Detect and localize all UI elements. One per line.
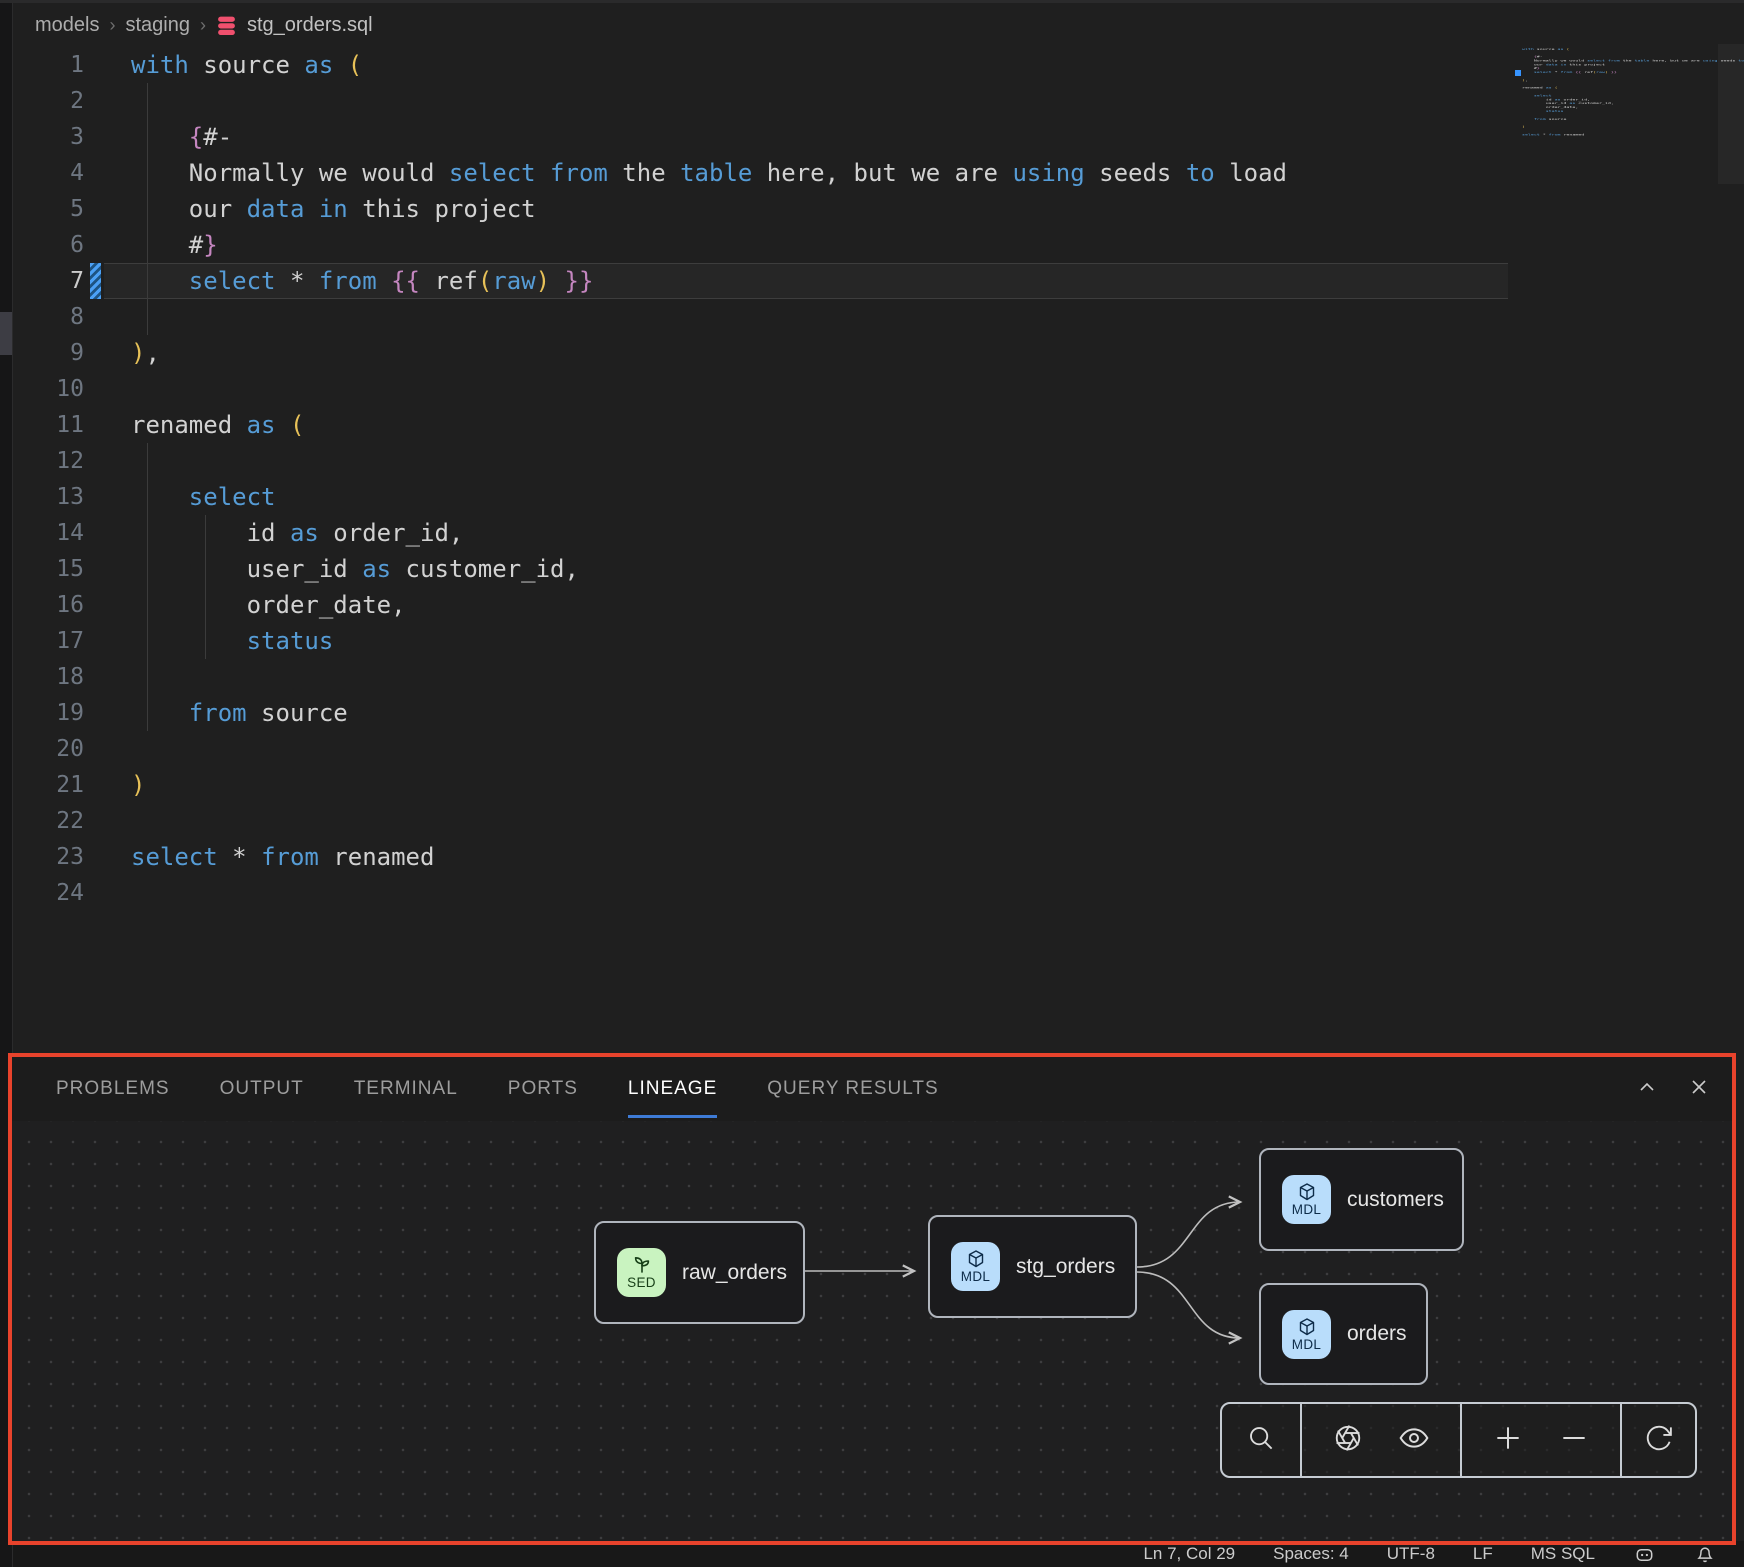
lineage-node-stg_orders[interactable]: MDL stg_orders [928,1215,1137,1318]
language-mode[interactable]: MS SQL [1531,1544,1595,1564]
node-label: stg_orders [1016,1255,1115,1279]
bell-icon[interactable] [1694,1543,1716,1565]
indent-guide [147,83,148,335]
refresh-icon [1644,1423,1674,1458]
eol-sequence[interactable]: LF [1473,1544,1493,1564]
cube-icon [966,1249,986,1269]
code-editor[interactable]: models › staging › stg_orders.sql 123456… [0,0,1744,1053]
panel-tab-bar: PROBLEMS OUTPUT TERMINAL PORTS LINEAGE QUERY … [56,1057,939,1121]
tab-output[interactable]: OUTPUT [220,1057,304,1121]
seedling-icon [632,1255,652,1275]
node-label: customers [1347,1188,1444,1212]
code-line-23[interactable]: select * from renamed [131,839,1287,875]
code-line-3[interactable]: {#- [131,119,1287,155]
tab-terminal[interactable]: TERMINAL [354,1057,458,1121]
minimap-modified-marker [1515,70,1521,76]
code-line-22[interactable] [131,803,1287,839]
plus-icon [1492,1422,1524,1459]
panel-header: PROBLEMS OUTPUT TERMINAL PORTS LINEAGE QUERY … [12,1057,1732,1121]
lineage-node-customers[interactable]: MDL customers [1259,1148,1464,1251]
tab-problems[interactable]: PROBLEMS [56,1057,170,1121]
database-icon [216,15,237,36]
chevron-right-icon: › [200,15,206,36]
indent-guide [147,443,148,731]
chevron-right-icon: › [109,15,115,36]
maximize-panel-button[interactable] [1634,1076,1660,1102]
code-line-16[interactable]: order_date, [131,587,1287,623]
refresh-button[interactable] [1639,1420,1679,1460]
panel-actions [1634,1057,1712,1121]
breadcrumb-item-models[interactable]: models [35,14,99,37]
bottom-panel-highlighted: PROBLEMS OUTPUT TERMINAL PORTS LINEAGE QUERY … [8,1053,1736,1545]
code-content[interactable]: with source as ( {#- Normally we would s… [131,47,1287,911]
cube-icon [1297,1317,1317,1337]
encoding[interactable]: UTF-8 [1387,1544,1435,1564]
code-line-2[interactable] [131,83,1287,119]
code-line-6[interactable]: #} [131,227,1287,263]
eye-icon [1398,1422,1430,1459]
minimap-slider[interactable] [1718,44,1744,184]
code-line-24[interactable] [131,875,1287,911]
robot-icon[interactable] [1633,1543,1656,1566]
code-line-12[interactable] [131,443,1287,479]
cursor-position[interactable]: Ln 7, Col 29 [1143,1544,1235,1564]
code-line-8[interactable] [131,299,1287,335]
tab-lineage[interactable]: LINEAGE [628,1057,717,1121]
modified-line-indicator [90,263,101,299]
zoom-out-button[interactable] [1554,1420,1594,1460]
code-line-17[interactable]: status [131,623,1287,659]
code-line-21[interactable]: ) [131,767,1287,803]
model-badge: MDL [1282,1310,1331,1359]
badge-label: MDL [1292,1202,1321,1217]
minimap[interactable]: with source as ( {#- Normally we would s… [1513,40,1744,210]
node-label: orders [1347,1322,1407,1346]
code-line-1[interactable]: with source as ( [131,47,1287,83]
breadcrumb-item-staging[interactable]: staging [125,14,190,37]
tab-query-results[interactable]: QUERY RESULTS [767,1057,938,1121]
zoom-in-button[interactable] [1488,1420,1528,1460]
node-label: raw_orders [682,1261,787,1285]
search-button[interactable] [1241,1420,1281,1460]
snapshot-button[interactable] [1328,1420,1368,1460]
code-line-20[interactable] [131,731,1287,767]
window-top-edge [0,0,1744,3]
indentation[interactable]: Spaces: 4 [1273,1544,1349,1564]
lineage-edges [12,1121,1732,1541]
code-line-14[interactable]: id as order_id, [131,515,1287,551]
badge-label: SED [627,1275,656,1290]
code-line-11[interactable]: renamed as ( [131,407,1287,443]
close-panel-button[interactable] [1686,1076,1712,1102]
badge-label: MDL [1292,1337,1321,1352]
sidebar-drag-handle[interactable] [0,312,12,355]
code-line-10[interactable] [131,371,1287,407]
model-badge: MDL [1282,1175,1331,1224]
indent-guide [205,515,206,659]
minus-icon [1558,1422,1590,1459]
seed-badge: SED [617,1248,666,1297]
code-content[interactable]: with source as ( {#- Normally we would s… [1522,47,1744,140]
close-icon [1687,1075,1711,1104]
chevron-up-icon [1635,1075,1659,1104]
code-line-5[interactable]: our data in this project [131,191,1287,227]
cube-icon [1297,1182,1317,1202]
aperture-icon [1333,1423,1363,1458]
code-line-13[interactable]: select [131,479,1287,515]
search-icon [1246,1423,1276,1458]
model-badge: MDL [951,1242,1000,1291]
code-line-19[interactable]: from source [131,695,1287,731]
breadcrumb-file-name[interactable]: stg_orders.sql [247,14,373,37]
code-line-9[interactable]: ), [131,335,1287,371]
breadcrumb: models › staging › stg_orders.sql [35,10,373,40]
lineage-toolbar [1220,1402,1697,1478]
tab-ports[interactable]: PORTS [508,1057,578,1121]
lineage-node-raw_orders[interactable]: SED raw_orders [594,1221,805,1324]
code-line-7[interactable]: select * from {{ ref(raw) }} [131,263,1287,299]
badge-label: MDL [961,1269,990,1284]
code-line-4[interactable]: Normally we would select from the table … [131,155,1287,191]
visibility-button[interactable] [1394,1420,1434,1460]
lineage-node-orders[interactable]: MDL orders [1259,1283,1428,1385]
lineage-graph[interactable]: SEDraw_ordersMDLstg_ordersMDLcustomersMD… [12,1121,1732,1541]
code-line-18[interactable] [131,659,1287,695]
code-line-15[interactable]: user_id as customer_id, [131,551,1287,587]
